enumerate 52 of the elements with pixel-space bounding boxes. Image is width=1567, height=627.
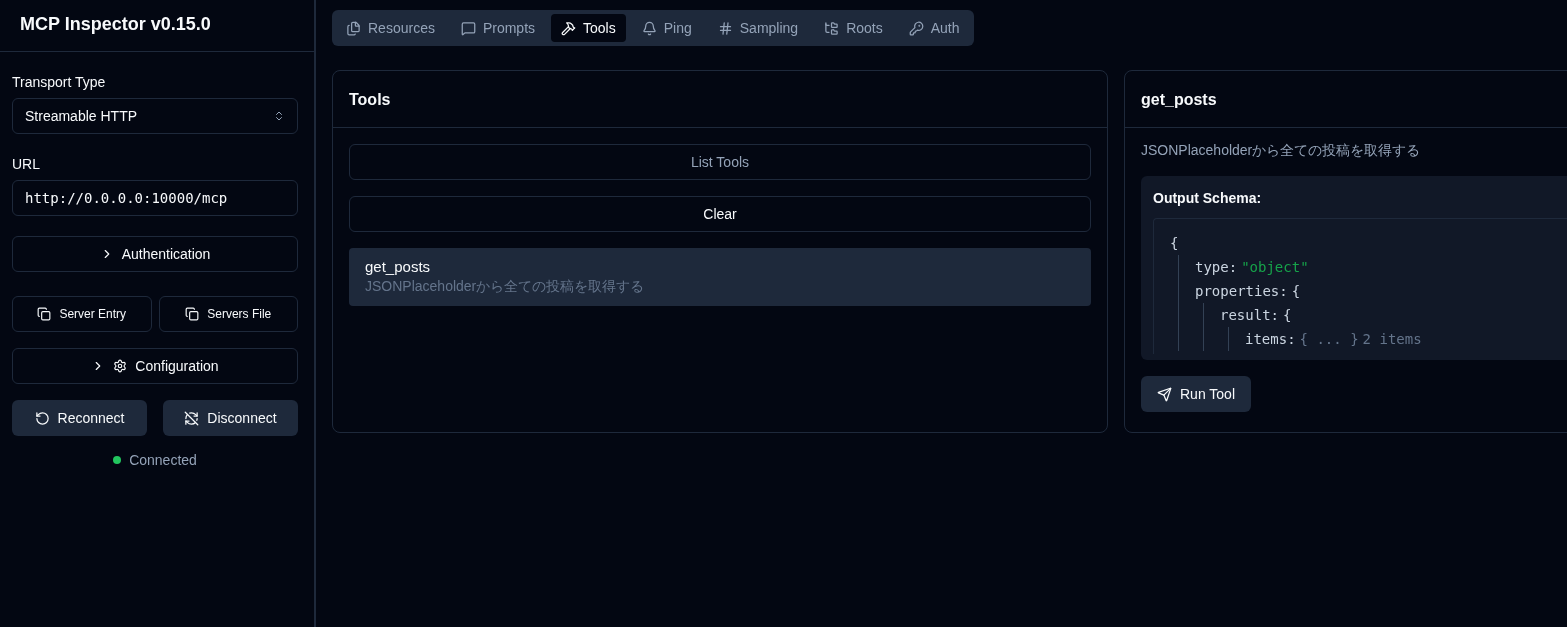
tool-description: JSONPlaceholderから全ての投稿を取得する bbox=[1141, 142, 1422, 160]
server-entry-button[interactable]: Server Entry bbox=[12, 296, 152, 332]
panel-title: get_posts bbox=[1125, 71, 1567, 128]
tab[interactable]: Prompts bbox=[450, 14, 546, 42]
folder-tree-icon bbox=[824, 20, 840, 36]
servers-file-button[interactable]: Servers File bbox=[158, 296, 298, 332]
disconnect-button[interactable]: Disconnect bbox=[163, 400, 298, 436]
field-label: Transport Type bbox=[12, 74, 107, 90]
updown-icon bbox=[273, 110, 285, 122]
settings-icon bbox=[113, 359, 128, 373]
schema-key: type: bbox=[1195, 259, 1238, 275]
schema-key: result: bbox=[1220, 307, 1279, 323]
field-label: URL bbox=[12, 156, 41, 172]
tab[interactable]: Resources bbox=[336, 14, 445, 42]
schema-key: properties: bbox=[1195, 283, 1288, 299]
schema-value: { bbox=[1291, 283, 1301, 299]
disconnect-icon bbox=[184, 410, 200, 426]
send-icon bbox=[1157, 386, 1172, 402]
clear-button[interactable]: Clear bbox=[349, 196, 1091, 232]
schema-value: "object" bbox=[1241, 259, 1309, 275]
tab[interactable]: Sampling bbox=[707, 14, 809, 42]
bell-icon bbox=[641, 20, 657, 36]
copy-icon bbox=[37, 307, 52, 321]
tool-description: JSONPlaceholderから全ての投稿を取得する bbox=[365, 278, 646, 296]
tab[interactable]: Tools bbox=[551, 14, 626, 42]
schema-note: 2 items bbox=[1362, 331, 1422, 347]
reconnect-button[interactable]: Reconnect bbox=[12, 400, 147, 436]
tool-name: get_posts bbox=[365, 258, 432, 275]
url-input[interactable]: http://0.0.0.0:10000/mcp bbox=[12, 180, 298, 216]
copy-icon bbox=[185, 307, 200, 321]
tab[interactable]: Ping bbox=[631, 14, 702, 42]
transport-select[interactable]: Streamable HTTP bbox=[12, 98, 298, 134]
configuration-button[interactable]: Configuration bbox=[12, 348, 298, 384]
tab[interactable]: Auth bbox=[898, 14, 970, 42]
tab[interactable]: Roots bbox=[814, 14, 893, 42]
tool-item[interactable]: get_posts JSONPlaceholderから全ての投稿を取得する bbox=[349, 248, 1091, 306]
status-text: Connected bbox=[129, 452, 197, 468]
files-icon bbox=[346, 20, 361, 36]
rotate-icon bbox=[34, 410, 50, 426]
hash-icon bbox=[717, 20, 733, 36]
schema-title: Output Schema: bbox=[1153, 190, 1263, 206]
key-icon bbox=[908, 20, 924, 36]
schema-brace: { bbox=[1170, 235, 1179, 251]
schema-key: items: bbox=[1245, 331, 1296, 347]
hammer-icon bbox=[561, 20, 577, 36]
authentication-button[interactable]: Authentication bbox=[12, 236, 298, 272]
schema-value: { bbox=[1283, 307, 1292, 323]
schema-value: { ... } bbox=[1299, 331, 1359, 347]
message-icon bbox=[460, 20, 476, 36]
run-tool-button[interactable]: Run Tool bbox=[1141, 376, 1251, 412]
app-title: MCP Inspector v0.15.0 bbox=[0, 0, 314, 52]
panel-title: Tools bbox=[333, 71, 1107, 128]
